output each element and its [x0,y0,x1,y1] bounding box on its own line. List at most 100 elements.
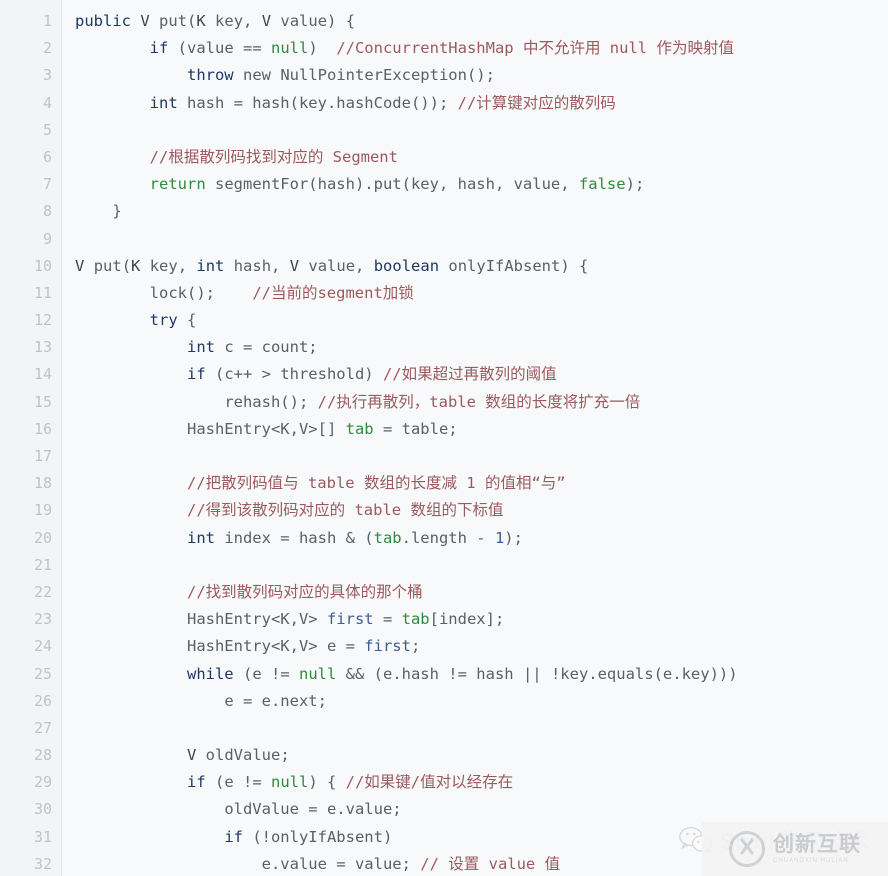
code-token: first [364,637,411,656]
code-token: ) { [308,773,346,792]
code-token: boolean [373,256,440,275]
code-token: tab [345,419,374,438]
code-token: (!onlyIfAbsent) [242,827,393,846]
line-number: 30 [33,800,52,819]
code-token: int [186,338,215,357]
code-token: { [177,311,197,330]
code-line: if (c++ > threshold) //如果超过再散列的阈值 [75,361,888,388]
line-number: 2 [42,39,52,58]
code-line: HashEntry<K,V> e = first; [75,633,888,660]
code-token: segmentFor(hash).put(key, hash, value, [205,175,579,194]
code-line: e = e.next; [75,688,888,715]
code-token: NullPointerException(); [271,66,495,85]
line-number: 15 [33,392,52,411]
line-number: 20 [33,528,52,547]
line-number: 28 [33,746,52,765]
line-number-gutter: 1 2 3 4 5 6 7 8 9 10 11 12 13 14 15 16 17 18 19 20 21 22 23 24 2… [0,0,62,876]
code-token: oldValue; [196,746,290,765]
line-number: 31 [33,827,52,846]
line-number: 32 [33,854,52,873]
code-token: ); [625,175,645,194]
code-line: HashEntry<K,V> first = tab[index]; [75,606,888,633]
code-token: e = e.next; [224,691,327,710]
code-line: public V put(K key, V value) { [75,8,888,35]
code-token: //如果键/值对以经存在 [345,773,514,792]
code-token: V [186,746,197,765]
code-line: rehash(); //执行再散列，table 数组的长度将扩充一倍 [75,389,888,416]
code-line: //根据散列码找到对应的 Segment [75,144,888,171]
code-token: // 设置 value 值 [420,854,561,873]
code-token: lock(); [149,283,215,302]
code-token: (e != [205,773,271,792]
code-token: return [149,175,206,194]
code-line: } [75,198,888,225]
code-token: put [93,256,122,275]
line-number: 19 [33,501,52,520]
code-line: HashEntry<K,V>[] tab = table; [75,416,888,443]
code-token: ( [187,12,197,30]
code-token: //得到该散列码对应的 table 数组的下标值 [186,501,504,520]
line-number: 4 [42,93,52,112]
code-token: //如果超过再散列的阈值 [382,365,557,384]
code-line: return segmentFor(hash).put(key, hash, v… [75,171,888,198]
code-token: HashEntry<K,V> e = [186,637,365,656]
code-token: int [186,528,215,547]
code-token: index = hash & ( [214,528,374,547]
code-token: false [578,175,626,194]
code-token: onlyIfAbsent) { [439,256,589,275]
code-token: while [186,664,234,683]
code-token: try [149,311,178,330]
code-token: ); [504,528,523,547]
code-line: //得到该散列码对应的 table 数组的下标值 [75,497,888,524]
code-token: //找到散列码对应的具体的那个桶 [186,582,423,601]
code-token: if [186,365,206,384]
line-number: 27 [33,718,52,737]
code-token: //ConcurrentHashMap 中不允许用 null 作为映射值 [336,39,734,58]
code-token: e.value = value; [261,854,421,873]
code-token: //根据散列码找到对应的 Segment [149,147,398,166]
code-token: HashEntry<K,V>[] [186,419,346,438]
code-token: //把散列码值与 table 数组的长度减 1 的值相“与” [186,474,566,493]
code-token: V [140,12,150,30]
code-line: while (e != null && (e.hash != hash || !… [75,661,888,688]
code-line: e.value = value; // 设置 value 值 [75,851,888,876]
code-line: int c = count; [75,334,888,361]
code-token: throw [186,66,234,85]
code-line: if (e != null) { //如果键/值对以经存在 [75,769,888,796]
code-line: V put(K key, int hash, V value, boolean … [75,253,888,280]
line-number: 29 [33,773,52,792]
code-line: try { [75,307,888,334]
code-token: int [149,93,178,112]
code-token: = [373,610,402,629]
code-token: HashEntry<K,V> [186,610,327,629]
code-token: V [289,256,300,275]
line-number: 8 [42,202,52,221]
code-line: if (value == null) //ConcurrentHashMap 中… [75,35,888,62]
code-token: if [186,773,206,792]
line-number: 23 [33,610,52,629]
code-token: tab [373,528,402,547]
code-token: 1 [494,528,505,547]
line-number: 13 [33,338,52,357]
code-token: hash = hash(key.hashCode()); [177,93,458,112]
code-token: .length - [401,528,495,547]
